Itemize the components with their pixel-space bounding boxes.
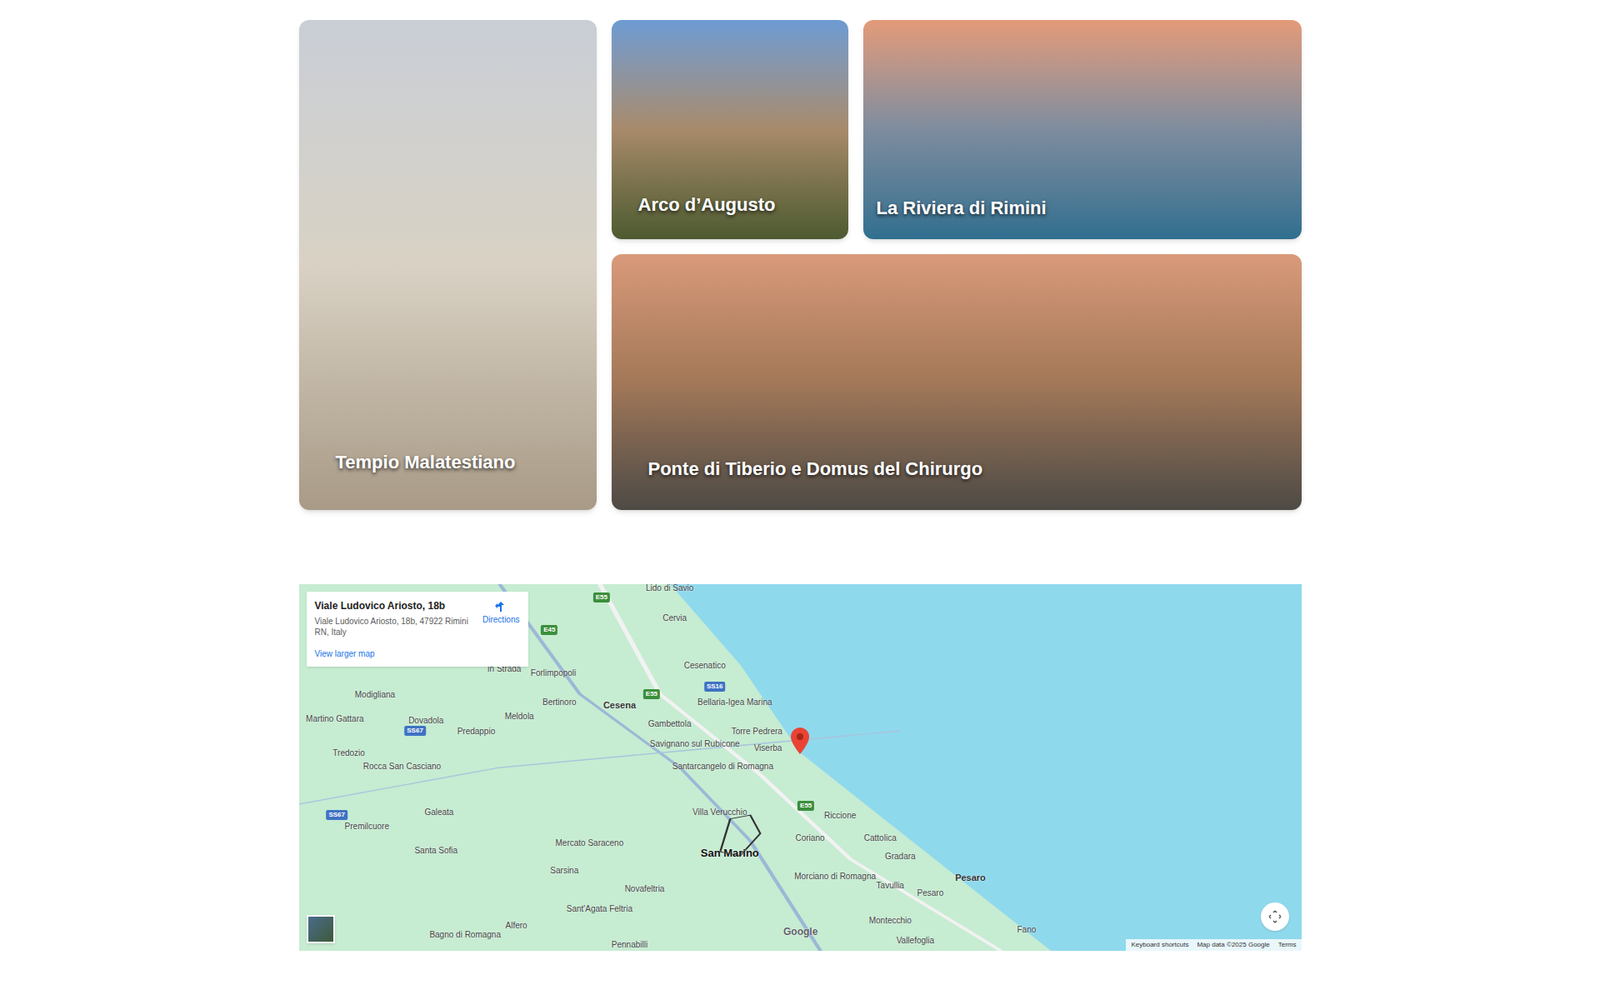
place-label: Dovadola xyxy=(408,713,444,726)
place-label: Forlimpopoli xyxy=(530,665,576,679)
fullscreen-button[interactable] xyxy=(1260,902,1290,931)
attribution-item[interactable]: Keyboard shortcuts xyxy=(1130,940,1189,950)
road-badge: E55 xyxy=(593,592,610,603)
place-label: Cesenatico xyxy=(684,658,726,671)
place-label: Santa Sofia xyxy=(414,844,458,857)
attraction-title: Ponte di Tiberio e Domus del Chirurgo xyxy=(648,457,984,481)
road-badge: E55 xyxy=(797,800,815,811)
place-label: Coriano xyxy=(795,830,825,844)
place-label: Pennabilli xyxy=(611,938,648,951)
road-badge: E45 xyxy=(540,625,558,635)
directions-icon xyxy=(494,600,508,614)
place-label: Gambettola xyxy=(648,717,692,730)
place-address: Viale Ludovico Ariosto, 18b, 47922 Rimin… xyxy=(315,616,477,638)
place-label: Meldola xyxy=(505,710,535,723)
place-label: Cesena xyxy=(603,698,636,713)
place-label: Sant'Agata Feltria xyxy=(566,902,633,915)
google-logo: Google xyxy=(783,924,818,940)
place-label: Tredozio xyxy=(332,746,365,760)
location-pin-icon[interactable] xyxy=(790,727,810,755)
place-label: Villa Verucchio xyxy=(692,805,747,818)
place-label: Lido di Savio xyxy=(645,584,694,595)
attraction-card[interactable]: Arco d’Augusto xyxy=(611,20,849,240)
place-label: Premilcuore xyxy=(345,820,390,833)
attraction-card[interactable]: La Riviera di Rimini xyxy=(863,20,1302,240)
place-label: Novafeltria xyxy=(625,882,665,895)
place-label: Fano xyxy=(1016,922,1036,935)
place-label: Modigliana xyxy=(355,688,395,701)
road-badge: E55 xyxy=(643,689,660,700)
place-label: Pesaro xyxy=(917,885,945,899)
attractions-grid: Tempio Malatestiano Arco d’Augusto La Rivi… xyxy=(299,20,1302,510)
place-label: Pesaro xyxy=(955,870,986,885)
place-label: Gradara xyxy=(885,849,916,862)
place-label: Viserba xyxy=(754,740,783,754)
place-label: Morciano di Romagna xyxy=(794,869,876,882)
attraction-card[interactable]: Tempio Malatestiano xyxy=(299,20,597,510)
place-label: Vallefoglia xyxy=(896,933,935,946)
place-label: Bertinoro xyxy=(542,695,577,708)
larger-map-link[interactable]: View larger map xyxy=(315,647,477,660)
attraction-card[interactable]: Ponte di Tiberio e Domus del Chirurgo xyxy=(611,254,1302,510)
page: Tempio Malatestiano Arco d’Augusto La Rivi… xyxy=(0,0,1600,1000)
place-label: Mercato Saraceno xyxy=(555,836,625,850)
fullscreen-icon xyxy=(1268,910,1282,924)
satellite-toggle[interactable] xyxy=(306,915,335,944)
place-label: Bellaria-Igea Marina xyxy=(697,695,773,708)
place-label: Rocca San Casciano xyxy=(363,759,441,772)
place-label: San Marino xyxy=(700,845,760,863)
directions-button[interactable]: Directions xyxy=(482,598,520,660)
place-label: Tavullia xyxy=(876,878,905,891)
attribution-item[interactable]: Terms xyxy=(1278,940,1297,950)
place-label: Cattolica xyxy=(864,830,897,844)
place-label: Alfero xyxy=(505,919,527,932)
place-label: Torre Pedrera xyxy=(731,725,783,738)
place-label: Predappio xyxy=(457,725,496,738)
attribution-bar: Keyboard shortcuts Map data ©2025 Google T… xyxy=(1125,939,1301,951)
road-badge: SS16 xyxy=(704,681,726,692)
place-label: Santarcangelo di Romagna xyxy=(672,759,774,772)
place-label: Galeata xyxy=(424,805,454,818)
place-label: Riccione xyxy=(824,809,856,822)
place-label: Sarsina xyxy=(550,864,579,877)
attraction-title: Tempio Malatestiano xyxy=(335,450,516,475)
place-label: Cervia xyxy=(662,610,687,624)
place-label: Martino Gattara xyxy=(305,711,364,725)
attraction-title: La Riviera di Rimini xyxy=(876,196,1047,220)
place-label: Montecchio xyxy=(869,913,912,926)
road-badge: SS67 xyxy=(325,810,348,820)
attribution-item[interactable]: Map data ©2025 Google xyxy=(1196,940,1270,950)
road-badge: SS67 xyxy=(404,725,426,736)
attraction-title: Arco d’Augusto xyxy=(638,193,776,217)
map[interactable]: E55 E45 E55 SS16 SS67 SS67 E55 Lido di Savio Cer… xyxy=(299,584,1302,951)
place-info-card: Viale Ludovico Ariosto, 18b Viale Ludovic… xyxy=(306,591,529,667)
place-label: Savignano sul Rubicone xyxy=(650,737,740,750)
place-label: Bagno di Romagna xyxy=(429,928,501,941)
place-title: Viale Ludovico Ariosto, 18b xyxy=(315,598,477,614)
